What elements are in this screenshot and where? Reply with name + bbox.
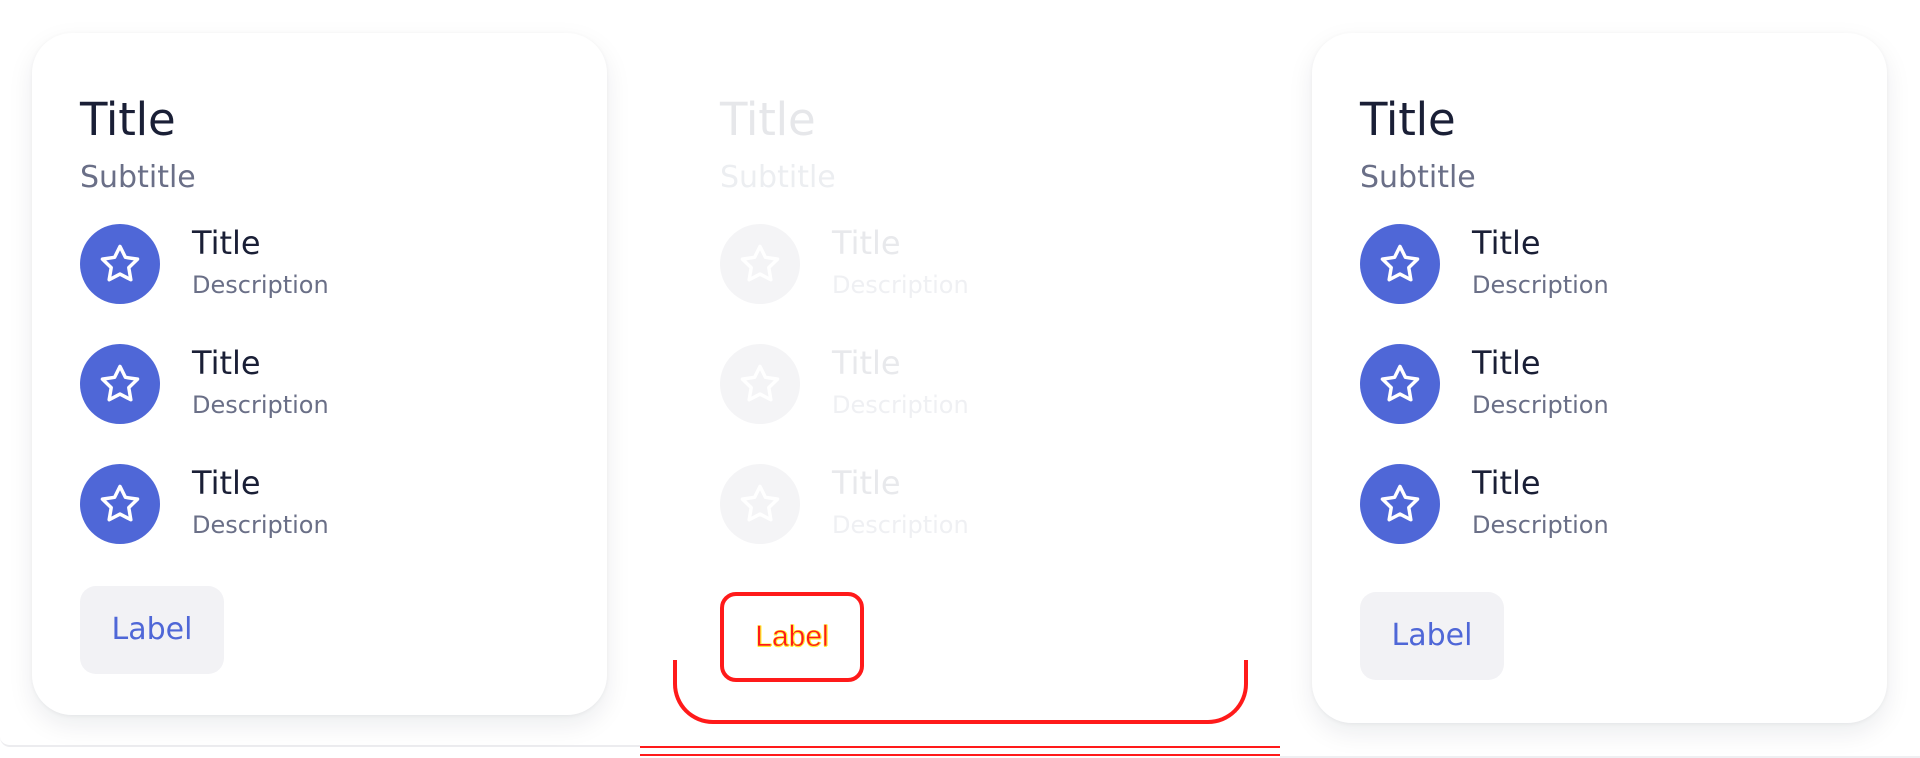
list-item-text: Title Description <box>192 223 329 301</box>
list-item-title: Title <box>192 223 261 262</box>
card-subtitle: Subtitle <box>1360 159 1476 195</box>
label-button[interactable]: Label <box>1360 591 1504 680</box>
card-title: Title <box>1360 93 1456 146</box>
card-1: Title Subtitle Title Description Title D… <box>32 33 607 715</box>
list-item-title: Title <box>832 343 901 382</box>
list-item: Title Description <box>80 463 559 544</box>
floor-edge-right <box>1280 744 1920 758</box>
star-icon <box>720 223 800 304</box>
list-item-text: Title Description <box>1472 463 1609 541</box>
list-item: Title Description <box>80 223 559 304</box>
list-item-description: Description <box>832 271 969 300</box>
list-item-title: Title <box>192 343 261 382</box>
card-2: Title Subtitle Title Description Title D… <box>672 33 1247 721</box>
card-items: Title Description Title Description Titl… <box>80 223 559 544</box>
list-item-title: Title <box>1472 223 1541 262</box>
list-item: Title Description <box>1360 223 1839 304</box>
label-button[interactable]: Label <box>80 585 224 674</box>
star-icon <box>720 343 800 424</box>
list-item-text: Title Description <box>192 463 329 541</box>
card-3: Title Subtitle Title Description Title D… <box>1312 33 1887 723</box>
list-item-description: Description <box>192 271 329 300</box>
highlight-line <box>640 754 1280 756</box>
star-icon <box>1360 463 1440 544</box>
highlight-line <box>640 746 1280 748</box>
card-items: Title Description Title Description Titl… <box>720 223 1199 544</box>
list-item: Title Description <box>720 343 1199 424</box>
list-item-description: Description <box>1472 511 1609 540</box>
card-subtitle: Subtitle <box>720 159 836 195</box>
star-icon <box>1360 223 1440 304</box>
list-item-text: Title Description <box>832 343 969 421</box>
star-icon <box>80 223 160 304</box>
list-item-title: Title <box>192 463 261 502</box>
floor-highlight-lines <box>640 738 1280 758</box>
list-item-description: Description <box>832 391 969 420</box>
list-item: Title Description <box>1360 463 1839 544</box>
star-icon <box>80 463 160 544</box>
list-item-description: Description <box>1472 391 1609 420</box>
button-label: Label <box>755 619 829 653</box>
card-subtitle: Subtitle <box>80 159 196 195</box>
card-items: Title Description Title Description Titl… <box>1360 223 1839 544</box>
star-icon <box>80 343 160 424</box>
list-item-description: Description <box>192 511 329 540</box>
list-item: Title Description <box>720 463 1199 544</box>
list-item: Title Description <box>80 343 559 424</box>
list-item-text: Title Description <box>192 343 329 421</box>
list-item-text: Title Description <box>1472 343 1609 421</box>
list-item-title: Title <box>832 463 901 502</box>
list-item-text: Title Description <box>1472 223 1609 301</box>
card-title: Title <box>720 93 816 146</box>
list-item-description: Description <box>192 391 329 420</box>
page: Title Subtitle Title Description Title D… <box>0 0 1920 758</box>
list-item-text: Title Description <box>832 463 969 541</box>
list-item-description: Description <box>1472 271 1609 300</box>
list-item-title: Title <box>1472 343 1541 382</box>
list-item: Title Description <box>720 223 1199 304</box>
list-item-title: Title <box>1472 463 1541 502</box>
list-item-title: Title <box>832 223 901 262</box>
list-item-description: Description <box>832 511 969 540</box>
list-item-text: Title Description <box>832 223 969 301</box>
card-title: Title <box>80 93 176 146</box>
list-item: Title Description <box>1360 343 1839 424</box>
label-button[interactable]: Label <box>720 591 864 682</box>
floor-edge-left <box>0 735 640 747</box>
star-icon <box>1360 343 1440 424</box>
star-icon <box>720 463 800 544</box>
